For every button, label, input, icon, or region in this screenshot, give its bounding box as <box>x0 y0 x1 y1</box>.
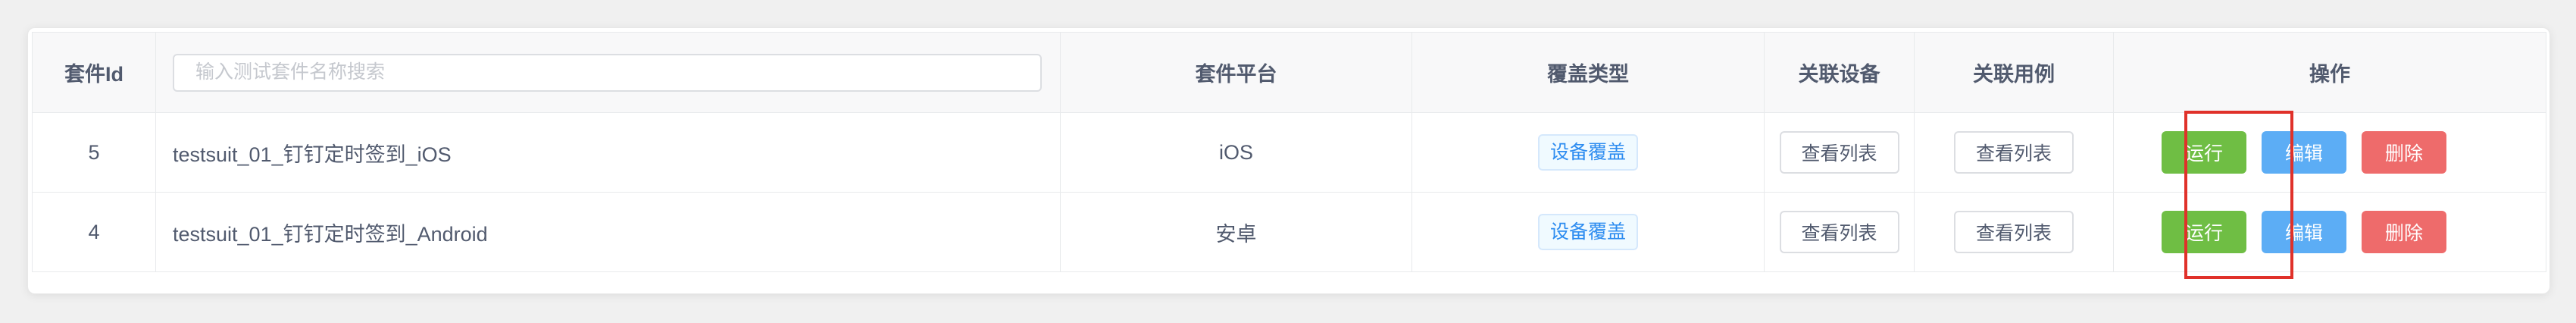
delete-button[interactable]: 删除 <box>2362 211 2446 253</box>
suite-name-search-input[interactable] <box>173 53 1042 92</box>
run-button[interactable]: 运行 <box>2162 131 2246 174</box>
devices-cell: 查看列表 <box>1764 192 1915 272</box>
suite-name-cell: testsuit_01_钉钉定时签到_Android <box>155 192 1061 272</box>
coverage-cell: 设备覆盖 <box>1411 112 1765 193</box>
header-suite-platform: 套件平台 <box>1060 32 1412 113</box>
suite-name-cell: testsuit_01_钉钉定时签到_iOS <box>155 112 1061 193</box>
coverage-cell: 设备覆盖 <box>1411 192 1765 272</box>
actions-cell: 运行 编辑 删除 <box>2113 192 2546 272</box>
coverage-type-tag: 设备覆盖 <box>1537 134 1638 171</box>
view-cases-button[interactable]: 查看列表 <box>1954 211 2074 253</box>
suite-table: 套件Id 套件平台 覆盖类型 关联设备 关联用例 操作 5 testsuit_0… <box>32 32 2546 272</box>
header-coverage-type: 覆盖类型 <box>1411 32 1765 113</box>
suite-platform-cell: 安卓 <box>1060 192 1412 272</box>
actions-cell: 运行 编辑 删除 <box>2113 112 2546 193</box>
view-cases-button[interactable]: 查看列表 <box>1954 131 2074 174</box>
header-actions: 操作 <box>2113 32 2546 113</box>
header-linked-devices: 关联设备 <box>1764 32 1915 113</box>
edit-button[interactable]: 编辑 <box>2262 211 2346 253</box>
coverage-type-tag: 设备覆盖 <box>1537 214 1638 250</box>
header-linked-cases: 关联用例 <box>1914 32 2114 113</box>
cases-cell: 查看列表 <box>1914 192 2114 272</box>
suite-id-cell: 5 <box>32 112 156 193</box>
table-header-row: 套件Id 套件平台 覆盖类型 关联设备 关联用例 操作 <box>32 32 2546 113</box>
edit-button[interactable]: 编辑 <box>2262 131 2346 174</box>
row-actions: 运行 编辑 删除 <box>2114 211 2546 253</box>
header-suite-id: 套件Id <box>32 32 156 113</box>
row-actions: 运行 编辑 删除 <box>2114 131 2546 174</box>
table-row: 4 testsuit_01_钉钉定时签到_Android 安卓 设备覆盖 查看列… <box>32 192 2546 272</box>
suite-id-cell: 4 <box>32 192 156 272</box>
devices-cell: 查看列表 <box>1764 112 1915 193</box>
suite-platform-cell: iOS <box>1060 112 1412 193</box>
suite-table-card: 套件Id 套件平台 覆盖类型 关联设备 关联用例 操作 5 testsuit_0… <box>27 27 2550 294</box>
view-devices-button[interactable]: 查看列表 <box>1779 131 1899 174</box>
cases-cell: 查看列表 <box>1914 112 2114 193</box>
delete-button[interactable]: 删除 <box>2362 131 2446 174</box>
header-search-cell <box>155 32 1061 113</box>
run-button[interactable]: 运行 <box>2162 211 2246 253</box>
table-row: 5 testsuit_01_钉钉定时签到_iOS iOS 设备覆盖 查看列表 查… <box>32 112 2546 193</box>
view-devices-button[interactable]: 查看列表 <box>1779 211 1899 253</box>
